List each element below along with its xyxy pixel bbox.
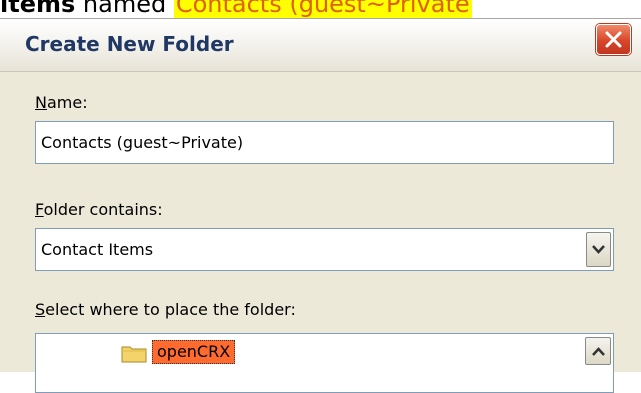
chevron-down-icon <box>592 245 605 254</box>
folder-contains-select[interactable]: Contact Items <box>35 228 614 271</box>
dropdown-button[interactable] <box>586 232 611 267</box>
scroll-up-button[interactable] <box>585 337 611 365</box>
title-bar[interactable]: Create New Folder <box>0 19 641 72</box>
caption-middle: named <box>75 0 174 18</box>
name-label: Name: <box>35 93 88 112</box>
close-button[interactable] <box>596 24 631 55</box>
place-folder-label: Select where to place the folder: <box>35 300 296 319</box>
tree-item-opencrx[interactable]: openCRX <box>152 340 236 364</box>
chevron-up-icon <box>592 347 605 356</box>
close-icon <box>605 31 622 48</box>
folder-tree[interactable]: openCRX <box>35 333 614 393</box>
caption-highlight: Contacts (guest~Private <box>173 0 472 18</box>
name-input[interactable]: Contacts (guest~Private) <box>35 121 614 164</box>
folder-icon <box>121 346 147 363</box>
folder-contains-value: Contact Items <box>41 240 154 259</box>
create-new-folder-dialog: Create New Folder Name: Contacts (guest~… <box>0 18 641 393</box>
dialog-title: Create New Folder <box>25 32 234 56</box>
folder-contains-label: Folder contains: <box>35 200 163 219</box>
caption-bold: items <box>0 0 76 18</box>
